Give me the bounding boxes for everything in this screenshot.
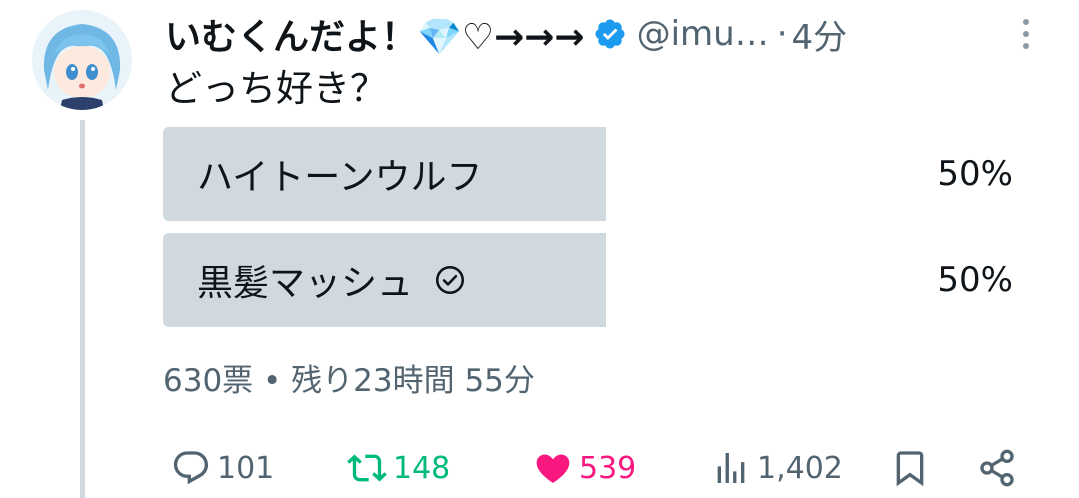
poll-option-label: ハイトーンウルフ bbox=[197, 157, 483, 198]
reply-icon bbox=[173, 451, 209, 485]
thread-line bbox=[80, 120, 85, 498]
avatar[interactable] bbox=[32, 10, 132, 110]
poll-option-label-wrap: 黒髪マッシュ bbox=[197, 233, 467, 327]
retweet-button[interactable]: 148 bbox=[347, 440, 450, 496]
share-button[interactable] bbox=[977, 440, 1017, 496]
reply-button[interactable]: 101 bbox=[171, 440, 274, 496]
like-button[interactable]: 539 bbox=[533, 440, 636, 496]
avatar-image bbox=[32, 10, 132, 110]
check-circle-icon bbox=[435, 265, 465, 295]
poll-option-label: 黒髪マッシュ bbox=[197, 263, 414, 304]
poll-option-percent: 50% bbox=[937, 260, 1013, 300]
bookmark-icon bbox=[896, 451, 924, 487]
poll: ハイトーンウルフ 50% 黒髪マッシュ 50% bbox=[163, 127, 1013, 339]
retweet-icon bbox=[347, 454, 387, 482]
views-icon bbox=[717, 453, 745, 483]
author-display-name[interactable]: いむくんだよ！💎♡→→→ bbox=[165, 8, 585, 60]
more-options-icon[interactable] bbox=[1018, 16, 1034, 52]
retweet-count: 148 bbox=[393, 450, 451, 486]
views-count: 1,402 bbox=[757, 450, 843, 486]
share-icon bbox=[980, 449, 1014, 487]
timestamp[interactable]: 4分 bbox=[792, 10, 848, 59]
like-count: 539 bbox=[579, 450, 637, 486]
poll-meta: 630票 • 残り23時間 55分 bbox=[163, 363, 535, 399]
separator-dot: · bbox=[776, 14, 788, 54]
action-bar: 101 148 539 1,402 bbox=[165, 440, 1025, 496]
bookmark-button[interactable] bbox=[890, 440, 930, 496]
views-button[interactable]: 1,402 bbox=[711, 440, 843, 496]
author-handle[interactable]: @imu… bbox=[637, 14, 769, 54]
tweet-text: どっち好き？ bbox=[165, 67, 387, 110]
poll-option-2[interactable]: 黒髪マッシュ 50% bbox=[163, 233, 1013, 327]
tweet-header: いむくんだよ！💎♡→→→ @imu… · 4分 bbox=[165, 8, 847, 60]
poll-option-label-wrap: ハイトーンウルフ bbox=[197, 127, 482, 221]
poll-option-percent: 50% bbox=[937, 154, 1013, 194]
poll-option-1[interactable]: ハイトーンウルフ 50% bbox=[163, 127, 1013, 221]
verified-badge-icon bbox=[595, 19, 625, 49]
heart-icon bbox=[536, 454, 570, 483]
reply-count: 101 bbox=[217, 450, 275, 486]
